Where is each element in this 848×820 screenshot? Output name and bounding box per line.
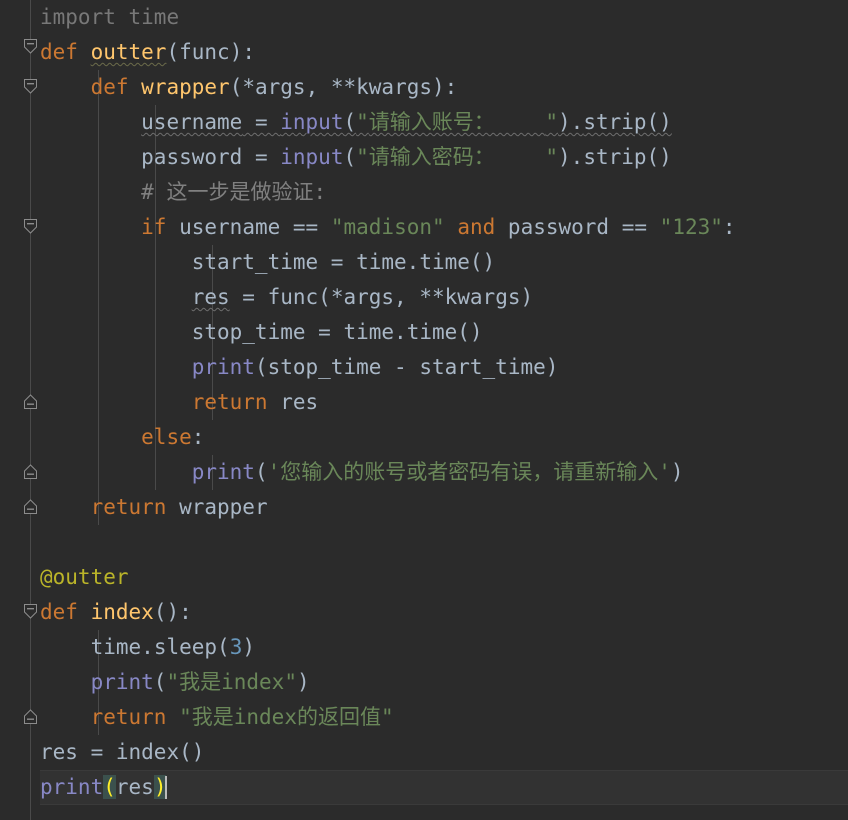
- code-line-22[interactable]: res = index(): [0, 735, 848, 770]
- token-function-wrapper: wrapper: [141, 75, 230, 99]
- editor-gutter[interactable]: [0, 0, 40, 820]
- code-line-14[interactable]: print('您输入的账号或者密码有误，请重新输入'): [0, 455, 848, 490]
- code-line-19[interactable]: time.sleep(3): [0, 630, 848, 665]
- token-def-keyword-2: def: [90, 75, 129, 99]
- token-return-keyword-2: return: [90, 495, 167, 519]
- code-line-21[interactable]: return "我是index的返回值": [0, 700, 848, 735]
- token-string-index-return: 我是index的返回值: [191, 705, 381, 729]
- fold-marker-end-wrapper[interactable]: [22, 498, 39, 515]
- text-caret: [165, 776, 168, 799]
- code-line-9[interactable]: res = func(*args, **kwargs): [0, 280, 848, 315]
- code-line-3[interactable]: def wrapper(*args, **kwargs):: [0, 70, 848, 105]
- code-editor[interactable]: import time def outter(func): def wrappe…: [0, 0, 848, 820]
- fold-marker-end-index[interactable]: [22, 708, 39, 725]
- token-var-username: username: [141, 110, 243, 134]
- token-var-password: password: [141, 145, 243, 169]
- code-line-10[interactable]: stop_time = time.time(): [0, 315, 848, 350]
- token-args-2: *args: [330, 285, 395, 309]
- token-def-keyword-3: def: [40, 600, 78, 624]
- token-var-stop-time: stop_time: [191, 320, 306, 344]
- code-line-16[interactable]: [0, 525, 848, 560]
- token-var-start-time-2: start_time: [419, 355, 546, 379]
- token-function-index: index: [90, 600, 154, 624]
- token-string-prompt-username: 请输入账号：: [368, 110, 546, 134]
- code-line-1[interactable]: import time: [0, 0, 848, 35]
- token-var-username-2: username: [179, 215, 281, 239]
- token-string-error-message: 您输入的账号或者密码有误，请重新输入: [280, 460, 659, 484]
- token-builtin-input: input: [280, 110, 344, 134]
- token-number-3: 3: [229, 635, 243, 659]
- code-line-6[interactable]: # 这一步是做验证:: [0, 175, 848, 210]
- token-import-keyword: import: [40, 5, 116, 29]
- token-args: *args: [242, 75, 306, 99]
- code-content[interactable]: import time def outter(func): def wrappe…: [0, 0, 848, 820]
- fold-marker-if-block[interactable]: [22, 218, 39, 235]
- code-line-8[interactable]: start_time = time.time(): [0, 245, 848, 280]
- code-line-2[interactable]: def outter(func):: [0, 35, 848, 70]
- fold-marker-def-wrapper[interactable]: [22, 78, 39, 95]
- token-string-prompt-password: 请输入密码：: [368, 145, 546, 169]
- token-var-stop-time-2: stop_time: [267, 355, 382, 379]
- token-var-res-3: res: [40, 740, 78, 764]
- token-builtin-print-2: print: [191, 460, 255, 484]
- code-line-17[interactable]: @outter: [0, 560, 848, 595]
- token-method-sleep: sleep: [153, 635, 218, 659]
- token-module-time: time: [128, 5, 180, 29]
- token-builtin-print: print: [191, 355, 255, 379]
- code-line-15[interactable]: return wrapper: [0, 490, 848, 525]
- token-kwargs: **kwargs: [330, 75, 433, 99]
- token-builtin-print-4: print: [40, 775, 104, 799]
- token-string-123: 123: [672, 215, 711, 239]
- token-var-password-2: password: [507, 215, 610, 239]
- fold-marker-def-index[interactable]: [22, 603, 39, 620]
- fold-marker-def-outter[interactable]: [22, 38, 39, 55]
- token-call-func: func: [267, 285, 319, 309]
- token-if-keyword: if: [141, 215, 167, 239]
- token-method-strip: strip: [583, 110, 647, 134]
- token-decorator-outter: @outter: [40, 565, 129, 589]
- token-else-keyword: else: [141, 425, 192, 449]
- token-module-time-2: time: [356, 250, 407, 274]
- token-string-index-print: 我是index: [179, 670, 285, 694]
- code-line-4[interactable]: username = input("请输入账号： ").strip(): [0, 105, 848, 140]
- token-var-start-time: start_time: [191, 250, 319, 274]
- token-var-res-2: res: [280, 390, 319, 414]
- fold-marker-end-if[interactable]: [22, 393, 39, 410]
- token-var-res-4: res: [115, 775, 154, 799]
- token-builtin-print-3: print: [90, 670, 154, 694]
- token-return-keyword-3: return: [90, 705, 167, 729]
- code-line-7[interactable]: if username == "madison" and password ==…: [0, 210, 848, 245]
- token-var-res: res: [191, 285, 230, 309]
- code-line-5[interactable]: password = input("请输入密码： ").strip(): [0, 140, 848, 175]
- code-line-20[interactable]: print("我是index"): [0, 665, 848, 700]
- token-param-func: func: [179, 40, 230, 64]
- token-string-madison: madison: [343, 215, 433, 239]
- code-line-23[interactable]: print(res): [0, 770, 848, 805]
- gutter-rail: [30, 0, 31, 820]
- token-method-time-2: time: [406, 320, 458, 344]
- code-line-12[interactable]: return res: [0, 385, 848, 420]
- token-return-wrapper: wrapper: [179, 495, 268, 519]
- token-comment-validate: # 这一步是做验证:: [141, 180, 327, 204]
- token-module-time-4: time: [90, 635, 142, 659]
- token-call-index: index: [115, 740, 180, 764]
- token-kwargs-2: **kwargs: [419, 285, 521, 309]
- matched-bracket-open: (: [103, 775, 116, 799]
- token-module-time-3: time: [343, 320, 395, 344]
- token-function-outter: outter: [90, 40, 167, 64]
- token-return-keyword: return: [191, 390, 268, 414]
- fold-marker-end-else[interactable]: [22, 463, 39, 480]
- token-and-keyword: and: [457, 215, 496, 239]
- token-method-strip-2: strip: [583, 145, 647, 169]
- token-method-time: time: [419, 250, 470, 274]
- token-builtin-input-2: input: [280, 145, 344, 169]
- code-line-11[interactable]: print(stop_time - start_time): [0, 350, 848, 385]
- code-line-13[interactable]: else:: [0, 420, 848, 455]
- token-def-keyword: def: [40, 40, 78, 64]
- code-line-18[interactable]: def index():: [0, 595, 848, 630]
